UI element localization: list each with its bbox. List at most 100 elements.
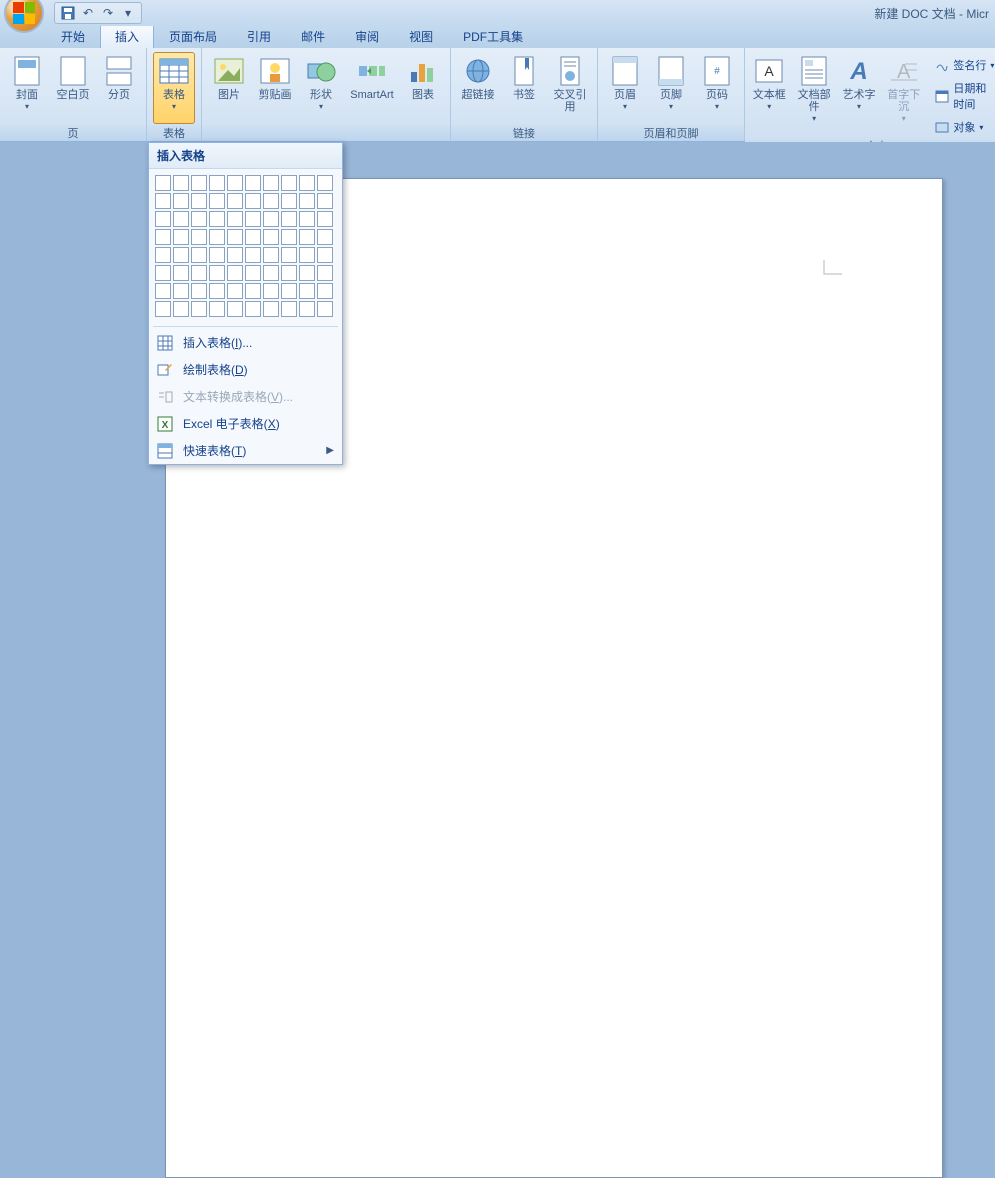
grid-cell[interactable]: [263, 247, 279, 263]
footer-button[interactable]: 页脚▾: [650, 52, 692, 124]
grid-cell[interactable]: [155, 301, 171, 317]
grid-cell[interactable]: [191, 211, 207, 227]
excel-spreadsheet-item[interactable]: X Excel 电子表格(X): [149, 410, 342, 437]
grid-cell[interactable]: [191, 247, 207, 263]
dropcap-button[interactable]: A 首字下沉▾: [881, 52, 926, 124]
blank-page-button[interactable]: 空白页: [52, 52, 94, 124]
grid-cell[interactable]: [227, 247, 243, 263]
shapes-button[interactable]: 形状▾: [300, 52, 342, 124]
grid-cell[interactable]: [173, 247, 189, 263]
grid-cell[interactable]: [227, 175, 243, 191]
grid-cell[interactable]: [245, 247, 261, 263]
grid-cell[interactable]: [209, 283, 225, 299]
quick-tables-item[interactable]: 快速表格(T) ▶: [149, 437, 342, 464]
object-button[interactable]: 对象▾: [930, 116, 995, 138]
clipart-button[interactable]: 剪贴画: [254, 52, 296, 124]
grid-cell[interactable]: [281, 193, 297, 209]
grid-cell[interactable]: [299, 301, 315, 317]
grid-cell[interactable]: [317, 301, 333, 317]
tab-pdf-tools[interactable]: PDF工具集: [448, 24, 538, 48]
grid-cell[interactable]: [155, 283, 171, 299]
grid-cell[interactable]: [155, 175, 171, 191]
grid-cell[interactable]: [191, 283, 207, 299]
grid-cell[interactable]: [209, 247, 225, 263]
textbox-button[interactable]: A 文本框▾: [751, 52, 788, 124]
tab-references[interactable]: 引用: [232, 24, 286, 48]
signature-line-button[interactable]: 签名行▾: [930, 54, 995, 76]
grid-cell[interactable]: [191, 229, 207, 245]
grid-cell[interactable]: [299, 229, 315, 245]
quick-parts-button[interactable]: 文档部件▾: [792, 52, 837, 124]
grid-cell[interactable]: [209, 229, 225, 245]
grid-cell[interactable]: [173, 265, 189, 281]
grid-cell[interactable]: [227, 193, 243, 209]
grid-cell[interactable]: [299, 175, 315, 191]
grid-cell[interactable]: [245, 193, 261, 209]
grid-cell[interactable]: [245, 283, 261, 299]
grid-cell[interactable]: [281, 175, 297, 191]
grid-cell[interactable]: [173, 229, 189, 245]
grid-cell[interactable]: [317, 175, 333, 191]
grid-cell[interactable]: [317, 229, 333, 245]
grid-cell[interactable]: [245, 301, 261, 317]
grid-cell[interactable]: [227, 229, 243, 245]
grid-cell[interactable]: [299, 283, 315, 299]
header-button[interactable]: 页眉▾: [604, 52, 646, 124]
grid-cell[interactable]: [173, 193, 189, 209]
table-grid-picker[interactable]: [149, 169, 342, 324]
grid-cell[interactable]: [173, 301, 189, 317]
grid-cell[interactable]: [281, 265, 297, 281]
grid-cell[interactable]: [263, 175, 279, 191]
tab-page-layout[interactable]: 页面布局: [154, 24, 232, 48]
grid-cell[interactable]: [173, 283, 189, 299]
grid-cell[interactable]: [263, 211, 279, 227]
page-number-button[interactable]: # 页码▾: [696, 52, 738, 124]
grid-cell[interactable]: [209, 175, 225, 191]
grid-cell[interactable]: [227, 211, 243, 227]
picture-button[interactable]: 图片: [208, 52, 250, 124]
grid-cell[interactable]: [209, 265, 225, 281]
grid-cell[interactable]: [155, 265, 171, 281]
draw-table-item[interactable]: 绘制表格(D): [149, 356, 342, 383]
grid-cell[interactable]: [317, 265, 333, 281]
chart-button[interactable]: 图表: [402, 52, 444, 124]
smartart-button[interactable]: SmartArt: [346, 52, 398, 124]
grid-cell[interactable]: [263, 193, 279, 209]
grid-cell[interactable]: [191, 265, 207, 281]
grid-cell[interactable]: [245, 265, 261, 281]
undo-icon[interactable]: ↶: [79, 4, 97, 22]
grid-cell[interactable]: [191, 301, 207, 317]
grid-cell[interactable]: [173, 211, 189, 227]
grid-cell[interactable]: [191, 193, 207, 209]
grid-cell[interactable]: [227, 283, 243, 299]
tab-view[interactable]: 视图: [394, 24, 448, 48]
grid-cell[interactable]: [191, 175, 207, 191]
grid-cell[interactable]: [227, 265, 243, 281]
grid-cell[interactable]: [209, 193, 225, 209]
grid-cell[interactable]: [317, 193, 333, 209]
grid-cell[interactable]: [245, 229, 261, 245]
wordart-button[interactable]: A 艺术字▾: [841, 52, 878, 124]
grid-cell[interactable]: [155, 229, 171, 245]
qat-more-icon[interactable]: ▾: [119, 4, 137, 22]
grid-cell[interactable]: [281, 247, 297, 263]
tab-mailings[interactable]: 邮件: [286, 24, 340, 48]
grid-cell[interactable]: [317, 247, 333, 263]
grid-cell[interactable]: [299, 247, 315, 263]
grid-cell[interactable]: [281, 211, 297, 227]
grid-cell[interactable]: [155, 193, 171, 209]
grid-cell[interactable]: [317, 283, 333, 299]
grid-cell[interactable]: [263, 229, 279, 245]
grid-cell[interactable]: [299, 211, 315, 227]
grid-cell[interactable]: [263, 265, 279, 281]
cover-page-button[interactable]: 封面▾: [6, 52, 48, 124]
page-break-button[interactable]: 分页: [98, 52, 140, 124]
tab-home[interactable]: 开始: [46, 24, 100, 48]
grid-cell[interactable]: [227, 301, 243, 317]
grid-cell[interactable]: [281, 229, 297, 245]
grid-cell[interactable]: [263, 283, 279, 299]
grid-cell[interactable]: [245, 175, 261, 191]
tab-insert[interactable]: 插入: [100, 24, 154, 48]
table-button[interactable]: 表格▾: [153, 52, 195, 124]
save-icon[interactable]: [59, 4, 77, 22]
